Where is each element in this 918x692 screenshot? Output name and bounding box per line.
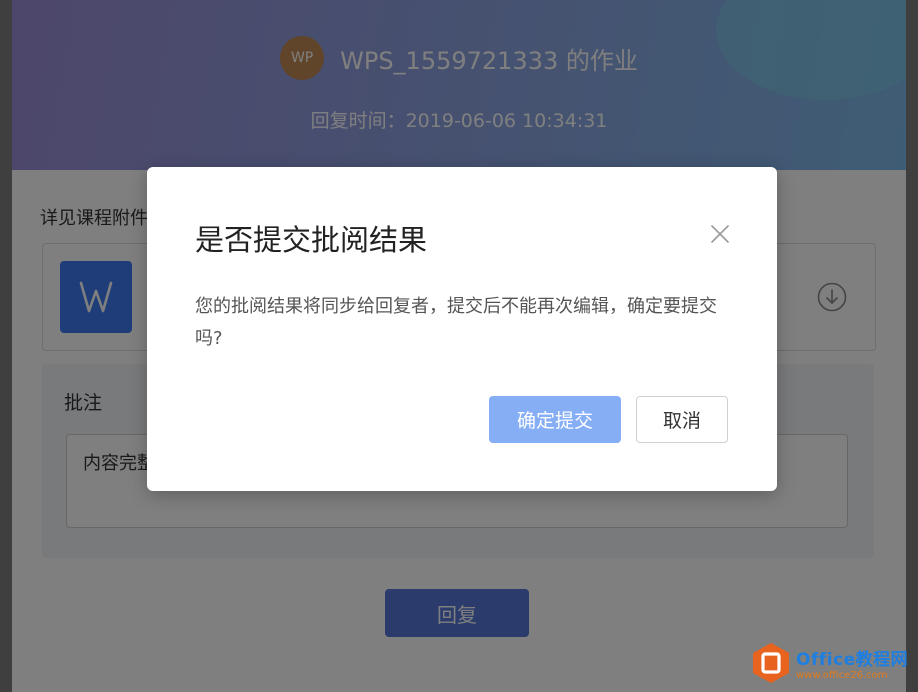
watermark-url: www.office26.com bbox=[796, 670, 888, 681]
screen: WP WPS_1559721333 的作业 回复时间：2019-06-06 10… bbox=[0, 0, 918, 692]
confirm-submit-button[interactable]: 确定提交 bbox=[489, 396, 621, 443]
dialog-message: 您的批阅结果将同步给回复者，提交后不能再次编辑，确定要提交吗? bbox=[195, 296, 717, 349]
close-icon[interactable] bbox=[709, 223, 731, 245]
site-watermark: Office教程网 www.office26.com bbox=[752, 640, 912, 686]
confirm-submit-dialog: 是否提交批阅结果 您的批阅结果将同步给回复者，提交后不能再次编辑，确定要提交吗?… bbox=[147, 167, 777, 491]
watermark-brand: Office教程网 bbox=[796, 650, 909, 670]
cancel-button[interactable]: 取消 bbox=[636, 396, 728, 443]
office-logo-icon bbox=[753, 643, 789, 683]
dialog-title: 是否提交批阅结果 bbox=[195, 223, 428, 257]
